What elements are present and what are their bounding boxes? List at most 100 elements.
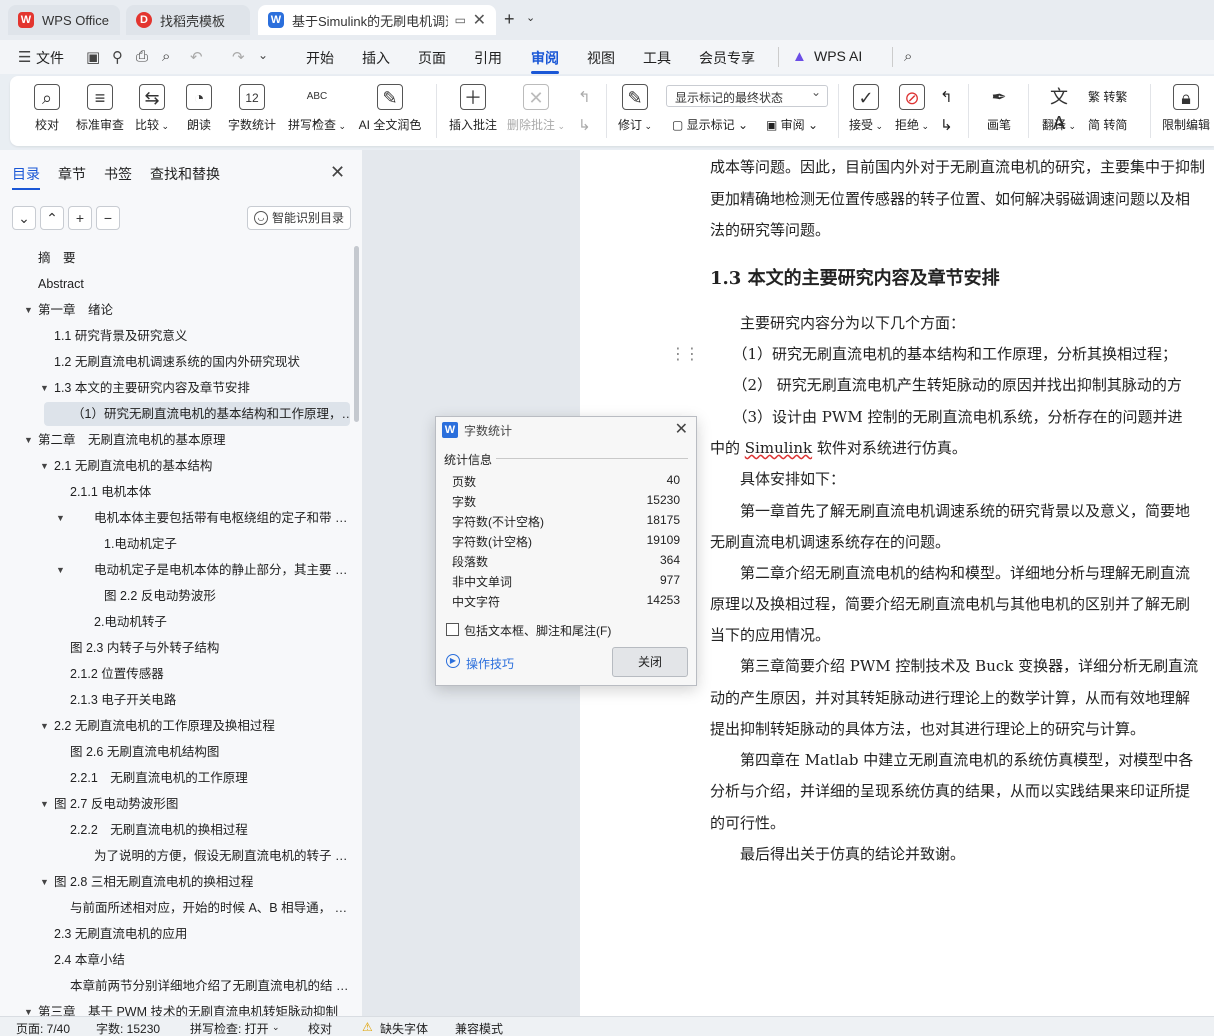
menu-page[interactable]: 页面 — [418, 48, 446, 68]
toc-item[interactable]: 电动机定子是电机本体的静止部分，其主要 … — [0, 558, 350, 582]
insert-comment-button[interactable]: ＋ 插入批注 — [448, 84, 498, 133]
menu-file[interactable]: 文件 — [36, 48, 64, 68]
menu-review[interactable]: 审阅 — [531, 48, 559, 74]
close-icon[interactable]: ✕ — [675, 419, 688, 439]
toc-item[interactable]: 为了说明的方便，假设无刷直流电机的转子 … — [0, 844, 350, 868]
save-icon[interactable]: ▣ — [86, 48, 100, 66]
menu-view[interactable]: 视图 — [587, 48, 615, 68]
undo-icon[interactable]: ↶ — [190, 48, 203, 66]
toc-item[interactable]: 第一章 绪论 — [0, 298, 350, 322]
toc-item[interactable]: 与前面所述相对应，开始的时候 A、B 相导通， … — [0, 896, 350, 920]
nav-tab-bookmarks[interactable]: 书签 — [104, 164, 132, 184]
reject-button[interactable]: ⊘ 拒绝 ⌄ — [894, 84, 930, 133]
spell-check-status[interactable]: 拼写检查: 打开 — [190, 1020, 269, 1036]
toc-item[interactable]: 2.1 无刷直流电机的基本结构 — [0, 454, 350, 478]
nav-tab-chapters[interactable]: 章节 — [58, 164, 86, 184]
accept-button[interactable]: ✓ 接受 ⌄ — [848, 84, 884, 133]
toc-item[interactable]: 图 2.6 无刷直流电机结构图 — [0, 740, 350, 764]
toc-item[interactable]: 1.2 无刷直流电机调速系统的国内外研究现状 — [0, 350, 350, 374]
close-icon[interactable]: ✕ — [473, 10, 486, 30]
close-icon[interactable]: ✕ — [330, 162, 345, 183]
toc-item[interactable]: 图 2.2 反电动势波形 — [0, 584, 350, 608]
toc-item[interactable]: 2.2.1 无刷直流电机的工作原理 — [0, 766, 350, 790]
delete-comment-button[interactable]: ✕ 删除批注 ⌄ — [506, 84, 566, 133]
drag-handle-icon[interactable]: ⋮⋮ — [670, 344, 700, 364]
menu-wps-ai[interactable]: WPS AI — [814, 48, 862, 64]
menu-tools[interactable]: 工具 — [643, 48, 671, 68]
pen-button[interactable]: ✒ 画笔 — [984, 84, 1014, 133]
proofread-button[interactable]: ⌕ 校对 — [32, 84, 62, 133]
toc-item[interactable]: Abstract — [0, 272, 350, 296]
toc-item[interactable]: 2.2.2 无刷直流电机的换相过程 — [0, 818, 350, 842]
tab-template[interactable]: D 找稻壳模板 — [126, 5, 250, 35]
expand-caret-icon[interactable]: ▼ — [56, 506, 65, 530]
scrollbar[interactable] — [354, 246, 359, 422]
expand-caret-icon[interactable]: ▼ — [40, 376, 49, 400]
missing-font-status[interactable]: 缺失字体 — [380, 1020, 428, 1036]
toc-item[interactable]: 1.1 研究背景及研究意义 — [0, 324, 350, 348]
include-textbox-checkbox[interactable] — [446, 623, 459, 636]
menu-reference[interactable]: 引用 — [474, 48, 502, 68]
smart-toc-button[interactable]: ◡ 智能识别目录 — [247, 206, 351, 230]
chevron-down-icon[interactable]: ⌄ — [258, 48, 268, 62]
close-button[interactable]: 关闭 — [612, 647, 688, 677]
tips-link[interactable]: 操作技巧 — [466, 655, 514, 672]
to-traditional-button[interactable]: 繁 转繁 — [1088, 88, 1127, 105]
chevron-down-icon[interactable]: ⌄ — [272, 1022, 280, 1033]
print-preview-icon[interactable]: ⌕ — [162, 48, 170, 65]
menu-home[interactable]: 开始 — [306, 48, 334, 68]
print-icon[interactable]: ⎙ — [136, 48, 148, 65]
expand-caret-icon[interactable]: ▼ — [56, 558, 65, 582]
collapse-up-button[interactable]: ⌃ — [40, 206, 64, 230]
next-change-icon[interactable]: ↳ — [940, 116, 953, 134]
expand-caret-icon[interactable]: ▼ — [24, 298, 33, 322]
toc-item[interactable]: 1.电动机定子 — [0, 532, 350, 556]
remove-heading-button[interactable]: − — [96, 206, 120, 230]
search-icon[interactable]: ⌕ — [904, 48, 912, 65]
expand-caret-icon[interactable]: ▼ — [40, 454, 49, 478]
toc-item[interactable]: 电机本体主要包括带有电枢绕组的定子和带 … — [0, 506, 350, 530]
word-count-button[interactable]: 12 字数统计 — [226, 84, 278, 133]
toc-item[interactable]: 图 2.3 内转子与外转子结构 — [0, 636, 350, 660]
compare-button[interactable]: ⇆ 比较 ⌄ — [134, 84, 170, 133]
restrict-edit-button[interactable]: 🔒︎ 限制编辑 — [1160, 84, 1212, 133]
translate-button[interactable]: 文A 翻译 ⌄ — [1040, 84, 1078, 133]
tab-wps-office[interactable]: W WPS Office — [8, 5, 120, 35]
toc-item[interactable]: 2.4 本章小结 — [0, 948, 350, 972]
nav-tab-toc[interactable]: 目录 — [12, 164, 40, 190]
hamburger-icon[interactable]: ☰ — [18, 48, 31, 66]
next-comment-icon[interactable]: ↳ — [578, 116, 591, 134]
page-indicator[interactable]: 页面: 7/40 — [16, 1020, 70, 1036]
redo-icon[interactable]: ↷ — [232, 48, 245, 66]
add-heading-button[interactable]: + — [68, 206, 92, 230]
ai-polish-button[interactable]: ✎ AI 全文润色 — [356, 84, 424, 133]
toc-item[interactable]: 2.2 无刷直流电机的工作原理及换相过程 — [0, 714, 350, 738]
expand-caret-icon[interactable]: ▼ — [24, 428, 33, 452]
new-tab-icon[interactable]: + — [504, 9, 515, 30]
word-count-status[interactable]: 字数: 15230 — [96, 1020, 160, 1036]
monitor-icon[interactable]: ▭ — [455, 13, 466, 27]
toc-item[interactable]: 2.1.1 电机本体 — [0, 480, 350, 504]
to-simplified-button[interactable]: 简 转简 — [1088, 116, 1127, 133]
spell-check-button[interactable]: ABC ✓ 拼写检查 ⌄ — [286, 84, 348, 133]
checkbox-label[interactable]: 包括文本框、脚注和尾注(F) — [464, 622, 611, 639]
track-changes-button[interactable]: ✎ 修订 ⌄ — [616, 84, 654, 133]
toc-item[interactable]: 图 2.7 反电动势波形图 — [0, 792, 350, 816]
toc-item[interactable]: 2.3 无刷直流电机的应用 — [0, 922, 350, 946]
expand-down-button[interactable]: ⌄ — [12, 206, 36, 230]
menu-member[interactable]: 会员专享 — [699, 48, 755, 68]
read-aloud-button[interactable]: ◔ 朗读 — [186, 84, 212, 133]
prev-change-icon[interactable]: ↰ — [940, 88, 953, 106]
nav-tab-find-replace[interactable]: 查找和替换 — [150, 164, 220, 184]
toc-item[interactable]: （1）研究无刷直流电机的基本结构和工作原理，… — [44, 402, 350, 426]
share-icon[interactable]: ⚲ — [112, 48, 123, 66]
show-markup-button[interactable]: ▢ 显示标记 ⌄ — [672, 116, 748, 133]
expand-caret-icon[interactable]: ▼ — [40, 714, 49, 738]
toc-item[interactable]: 本章前两节分别详细地介绍了无刷直流电机的结 … — [0, 974, 350, 998]
expand-caret-icon[interactable]: ▼ — [40, 870, 49, 894]
expand-caret-icon[interactable]: ▼ — [40, 792, 49, 816]
toc-item[interactable]: 2.电动机转子 — [0, 610, 350, 634]
toc-item[interactable]: 第二章 无刷直流电机的基本原理 — [0, 428, 350, 452]
proofread-status[interactable]: 校对 — [308, 1020, 332, 1036]
toc-item[interactable]: 2.1.2 位置传感器 — [0, 662, 350, 686]
